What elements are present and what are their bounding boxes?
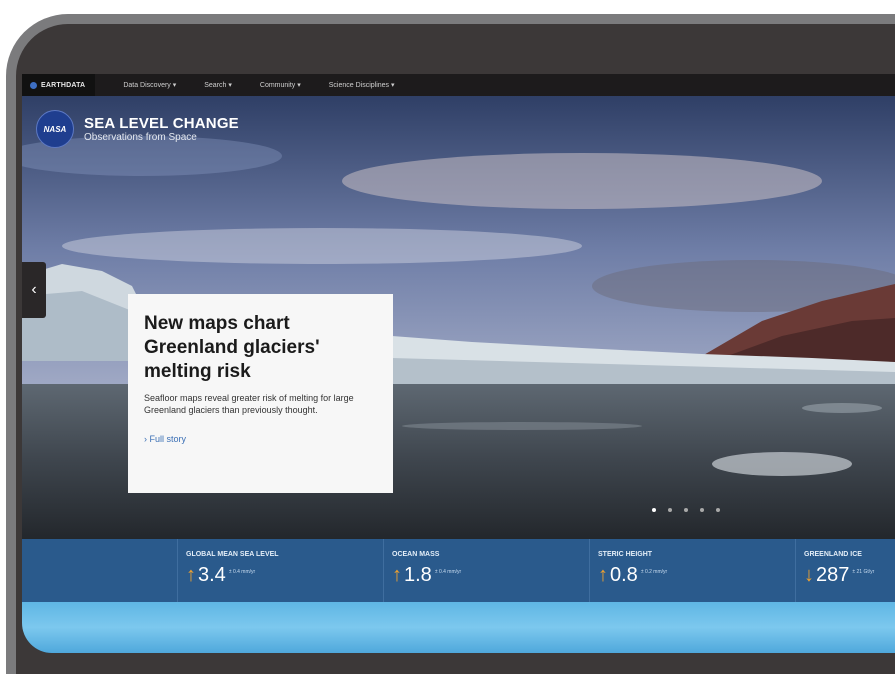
indicator-label: OCEAN MASS [392,551,440,558]
featured-story-card: New maps chart Greenland glaciers' melti… [128,294,393,493]
carousel-pagination [652,508,720,512]
site-title: SEA LEVEL CHANGE [84,114,239,132]
earthdata-label: EARTHDATA [41,81,86,89]
hero-carousel: NASA SEA LEVEL CHANGE Observations from … [22,96,895,539]
indicator-value: 0.8 [610,564,638,586]
top-navigation: EARTHDATA Data Discovery ▾ Search ▾ Comm… [22,74,895,96]
arrow-up-icon: ↑ [392,564,402,586]
story-title: New maps chart Greenland glaciers' melti… [144,313,320,382]
chevron-left-icon: ‹ [31,281,37,298]
indicator-unit: ± 0.2 mm/yr [640,569,668,575]
indicator-value-row: ↑ 3.4 ± 0.4 mm/yr [186,564,255,586]
arrow-up-icon: ↑ [186,564,196,586]
indicator-label: GLOBAL MEAN SEA LEVEL [186,551,279,558]
arrow-down-icon: ↓ [804,564,814,586]
full-story-link[interactable]: › Full story [144,434,377,444]
earthdata-globe-icon [30,81,37,89]
carousel-dot[interactable] [700,508,704,512]
indicator-unit: ± 0.4 mm/yr [434,569,462,575]
indicator-greenland-ice[interactable]: GREENLAND ICE ↓ 287 ± 21 Gt/yr [795,539,895,602]
carousel-dot[interactable] [668,508,672,512]
indicator-value: 1.8 [404,564,432,586]
site-branding[interactable]: NASA SEA LEVEL CHANGE Observations from … [36,110,239,148]
nav-search[interactable]: Search ▾ [204,81,232,89]
indicator-steric-height[interactable]: STERIC HEIGHT ↑ 0.8 ± 0.2 mm/yr [589,539,795,602]
indicator-label: GREENLAND ICE [804,551,862,558]
carousel-prev-button[interactable]: ‹ [22,262,46,318]
nav-science-disciplines[interactable]: Science Disciplines ▾ [329,81,395,89]
indicator-label: STERIC HEIGHT [598,551,653,558]
indicator-value: 287 [816,564,850,586]
site-subtitle: Observations from Space [84,131,197,143]
indicator-value-row: ↑ 1.8 ± 0.4 mm/yr [392,564,461,586]
carousel-dot[interactable] [716,508,720,512]
carousel-dot[interactable] [684,508,688,512]
indicator-global-mean-sea-level[interactable]: GLOBAL MEAN SEA LEVEL ↑ 3.4 ± 0.4 mm/yr [177,539,383,602]
indicator-value: 3.4 [198,564,226,586]
indicator-unit: ± 21 Gt/yr [852,569,875,575]
arrow-up-icon: ↑ [598,564,608,586]
nav-community[interactable]: Community ▾ [260,81,301,89]
story-summary: Seafloor maps reveal greater risk of mel… [144,393,354,415]
indicator-unit: ± 0.4 mm/yr [228,569,256,575]
ocean-section-image [22,602,895,653]
carousel-dot[interactable] [652,508,656,512]
website-screen: EARTHDATA Data Discovery ▾ Search ▾ Comm… [22,74,895,653]
indicator-value-row: ↓ 287 ± 21 Gt/yr [804,564,874,586]
indicator-ocean-mass[interactable]: OCEAN MASS ↑ 1.8 ± 0.4 mm/yr [383,539,589,602]
nasa-logo: NASA [36,110,74,148]
earthdata-logo[interactable]: EARTHDATA [22,74,96,96]
nav-data-discovery[interactable]: Data Discovery ▾ [123,81,176,89]
vital-signs-bar: GLOBAL MEAN SEA LEVEL ↑ 3.4 ± 0.4 mm/yr … [22,539,895,602]
indicator-value-row: ↑ 0.8 ± 0.2 mm/yr [598,564,667,586]
